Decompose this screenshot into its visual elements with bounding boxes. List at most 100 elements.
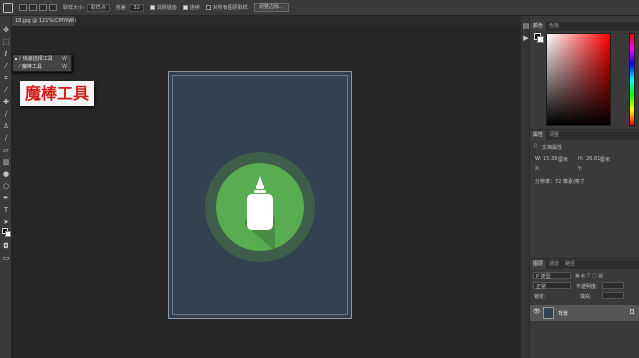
intersect-selection-icon[interactable] <box>49 4 57 11</box>
flyout-item-shortcut: W <box>62 64 67 70</box>
sample-size-control[interactable]: 取样大小: 取样点 <box>63 3 110 12</box>
contiguous-label: 连续 <box>189 5 200 11</box>
width-value[interactable]: 15.39 <box>543 156 557 162</box>
tab-adjustments[interactable]: 调整 <box>546 131 562 140</box>
visibility-eye-icon[interactable]: 👁 <box>533 308 541 315</box>
refine-edge-wrap: 调整边缘... <box>253 3 289 12</box>
layer-thumbnail <box>543 307 554 319</box>
add-selection-icon[interactable] <box>29 4 37 11</box>
contiguous-check-icon[interactable] <box>182 5 188 10</box>
flyout-item-magic-wand[interactable]: ⁄ 魔棒工具 W <box>13 63 71 71</box>
opacity-label: 不透明度: <box>576 284 598 290</box>
document-canvas[interactable] <box>168 71 352 319</box>
magic-wand-icon: ⁄ <box>19 64 20 70</box>
right-panels: 颜色 色板 属性 调整 ▯ 文档属性 W: 15.39 厘米 H: 26.61 … <box>530 16 639 358</box>
sample-all-layers-check-icon[interactable] <box>205 5 211 10</box>
options-bar: 取样大小: 取样点 容差: 32 消除锯齿 连续 对所有图层取样 调整边缘... <box>0 0 639 16</box>
panel-background-swatch[interactable] <box>537 36 544 43</box>
tab-layers[interactable]: 图层 <box>530 260 547 269</box>
gradient-tool-icon[interactable]: ▥ <box>2 158 10 166</box>
selection-mode-icons[interactable] <box>19 4 57 11</box>
sample-all-layers-checkbox[interactable]: 对所有图层取样 <box>205 4 248 11</box>
blur-tool-icon[interactable]: ● <box>2 170 10 178</box>
logo-circle <box>216 163 304 251</box>
screen-mode-icon[interactable]: ▭ <box>2 254 10 262</box>
color-picker-field[interactable] <box>546 33 611 126</box>
filter-icons[interactable]: ▣ ◐ T ▢ ▦ <box>575 273 603 279</box>
height-value[interactable]: 26.61 <box>586 156 600 162</box>
hue-slider[interactable] <box>629 33 635 126</box>
crop-tool-icon[interactable]: ⌗ <box>2 74 10 82</box>
tolerance-label: 容差: <box>115 5 128 11</box>
document-icon: ▯ <box>534 143 537 149</box>
fill-label: 填充: <box>580 294 592 300</box>
height-label: H: <box>578 156 584 162</box>
history-brush-tool-icon[interactable]: ∕ <box>2 134 10 142</box>
background-color-swatch[interactable] <box>5 231 11 237</box>
flyout-item-quick-selection[interactable]: ∕ 快速选择工具 W <box>13 55 71 63</box>
tolerance-control[interactable]: 容差: 32 <box>115 3 144 12</box>
width-label: W: <box>535 156 542 162</box>
document-tab[interactable]: 18.jpg @ 121%(CMYK/8) × <box>12 16 76 26</box>
tab-channels[interactable]: 通道 <box>546 260 562 269</box>
glue-bottle-icon <box>245 176 275 251</box>
x-label: X: <box>535 166 541 172</box>
close-icon[interactable]: × <box>68 16 72 26</box>
document-tab-bar: 18.jpg @ 121%(CMYK/8) × <box>12 16 520 26</box>
layer-kind-label: P 类型 <box>536 274 551 280</box>
lasso-tool-icon[interactable]: ℓ <box>2 50 10 58</box>
path-selection-tool-icon[interactable]: ➤ <box>2 218 10 226</box>
clone-stamp-tool-icon[interactable]: ♙ <box>2 122 10 130</box>
lock-label: 锁定: <box>534 294 546 300</box>
anti-alias-checkbox[interactable]: 消除锯齿 <box>149 4 177 11</box>
tab-swatches[interactable]: 色板 <box>546 22 562 31</box>
refine-edge-button[interactable]: 调整边缘... <box>253 3 289 12</box>
anti-alias-check-icon[interactable] <box>149 5 155 10</box>
layers-panel-tabs: 图层 通道 路径 <box>530 260 639 269</box>
new-selection-icon[interactable] <box>19 4 27 11</box>
width-unit: 厘米 <box>558 157 569 163</box>
tab-color[interactable]: 颜色 <box>530 22 547 31</box>
selection-tool-flyout: ∕ 快速选择工具 W ⁄ 魔棒工具 W <box>12 54 72 72</box>
tolerance-input[interactable]: 32 <box>129 3 144 12</box>
subtract-selection-icon[interactable] <box>39 4 47 11</box>
anti-alias-label: 消除锯齿 <box>156 5 177 11</box>
brush-tool-icon[interactable]: ∕ <box>2 110 10 118</box>
height-unit: 厘米 <box>600 157 611 163</box>
contiguous-checkbox[interactable]: 连续 <box>182 4 200 11</box>
history-panel-icon[interactable]: ▤ <box>522 22 530 30</box>
doc-props-label: 文档属性 <box>542 145 563 151</box>
quick-selection-brush-icon: ∕ <box>19 56 21 62</box>
magic-wand-preset-icon[interactable] <box>3 2 13 13</box>
opacity-input[interactable] <box>602 282 624 289</box>
tools-panel: ✥ ⬚ ℓ ⁄ ⌗ ⁄ ✚ ∕ ♙ ∕ ▱ ▥ ● ○ ✒ T ➤ ◘ ▭ <box>0 16 12 358</box>
properties-panel-tabs: 属性 调整 <box>530 131 639 140</box>
pen-tool-icon[interactable]: ✒ <box>2 194 10 202</box>
layer-row-background[interactable]: 👁 背景 <box>530 305 639 321</box>
sample-all-layers-label: 对所有图层取样 <box>212 5 248 11</box>
sample-size-label: 取样大小: <box>63 5 85 11</box>
layer-name: 背景 <box>558 311 569 317</box>
y-label: Y: <box>578 166 583 172</box>
tab-paths[interactable]: 路径 <box>562 260 578 269</box>
tab-properties[interactable]: 属性 <box>530 131 547 140</box>
move-tool-icon[interactable]: ✥ <box>2 26 10 34</box>
flyout-item-label: 魔棒工具 <box>21 64 42 70</box>
actions-panel-icon[interactable]: ▶ <box>522 34 530 42</box>
healing-brush-tool-icon[interactable]: ✚ <box>2 98 10 106</box>
sample-size-select[interactable]: 取样点 <box>86 3 110 12</box>
type-tool-icon[interactable]: T <box>2 206 10 214</box>
marquee-tool-icon[interactable]: ⬚ <box>2 38 10 46</box>
eyedropper-tool-icon[interactable]: ⁄ <box>2 86 10 94</box>
fill-input[interactable] <box>602 292 624 299</box>
active-bullet-icon <box>15 58 17 60</box>
eraser-tool-icon[interactable]: ▱ <box>2 146 10 154</box>
panel-divider <box>530 258 639 259</box>
dodge-tool-icon[interactable]: ○ <box>2 182 10 190</box>
magic-wand-tool-icon[interactable]: ⁄ <box>2 62 10 70</box>
resolution-text: 分辨率：72 像素/英寸 <box>535 179 585 185</box>
quick-mask-icon[interactable]: ◘ <box>2 242 10 250</box>
tool-name-callout: 魔棒工具 <box>20 81 94 106</box>
blend-mode-label: 正常 <box>536 284 547 290</box>
collapsed-panel-strip: ▤ ▶ <box>520 16 530 358</box>
